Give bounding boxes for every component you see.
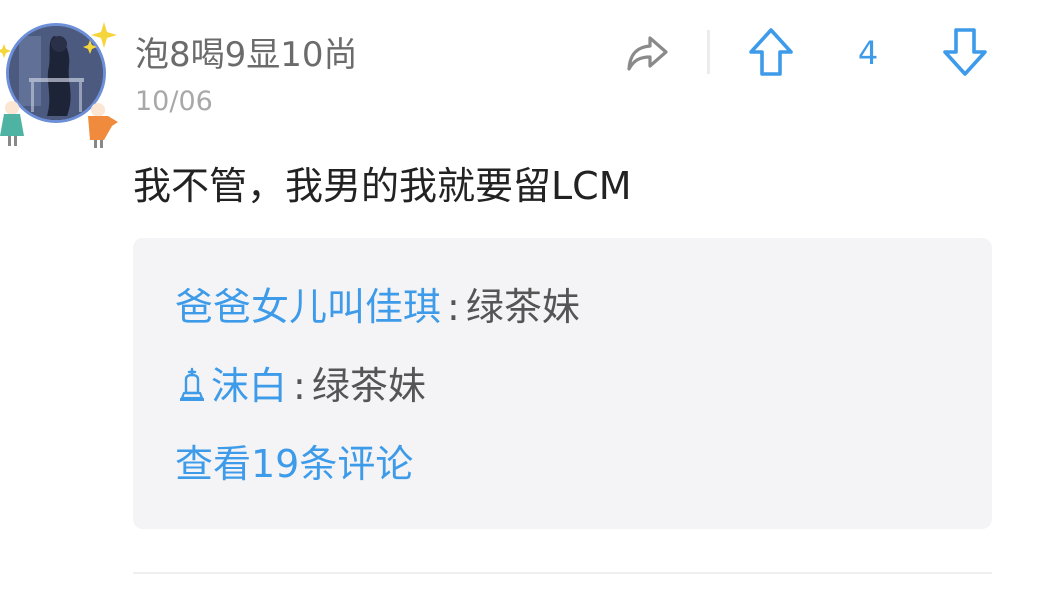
- bishop-badge-icon: [180, 367, 204, 401]
- reply-username[interactable]: 沫白: [211, 364, 287, 408]
- arrow-up-icon: [749, 28, 793, 76]
- reply-separator: :: [293, 364, 306, 408]
- view-all-comments-link[interactable]: 查看19条评论: [175, 439, 413, 489]
- post-divider: [133, 572, 992, 574]
- share-icon: [627, 36, 668, 71]
- post-date: 10/06: [135, 86, 213, 117]
- share-button[interactable]: [622, 28, 674, 76]
- avatar[interactable]: [0, 18, 128, 148]
- user-avatar[interactable]: [6, 23, 106, 123]
- post-content: 我不管，我男的我就要留LCM: [133, 164, 632, 208]
- arrow-down-icon: [943, 28, 987, 76]
- reply-item: 爸爸女儿叫佳琪: 绿茶妹: [175, 282, 580, 332]
- reply-username[interactable]: 爸爸女儿叫佳琪: [175, 285, 441, 329]
- downvote-button[interactable]: [940, 26, 990, 78]
- comment-post: 泡8喝9显10尚 10/06 4 我不管，我男的我就要留LCM 爸爸女儿叫佳琪:…: [0, 0, 1040, 592]
- upvote-button[interactable]: [746, 26, 796, 78]
- replies-panel: 爸爸女儿叫佳琪: 绿茶妹 沫白: 绿茶妹 查看19条评论: [133, 238, 992, 529]
- action-divider: [707, 30, 710, 74]
- reply-text: 绿茶妹: [465, 285, 580, 329]
- author-username[interactable]: 泡8喝9显10尚: [135, 33, 358, 77]
- reply-text: 绿茶妹: [311, 364, 426, 408]
- reply-item: 沫白: 绿茶妹: [175, 361, 426, 411]
- reply-separator: :: [447, 285, 460, 329]
- vote-count: 4: [857, 34, 879, 72]
